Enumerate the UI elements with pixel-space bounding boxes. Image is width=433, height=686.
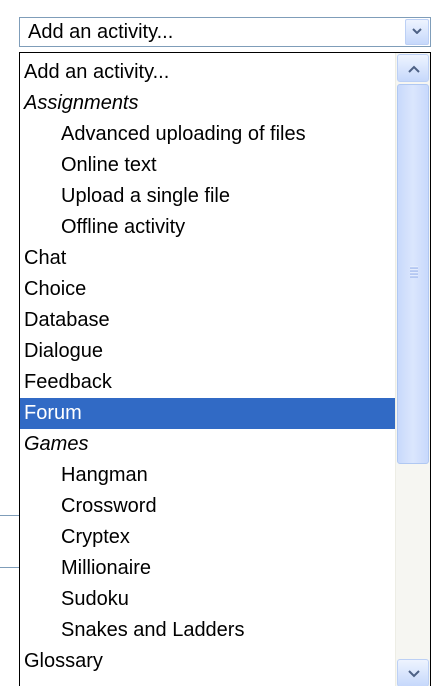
option-database[interactable]: Database	[20, 305, 396, 336]
option-feedback[interactable]: Feedback	[20, 367, 396, 398]
option-offline-activity[interactable]: Offline activity	[20, 212, 396, 243]
scroll-up-arrow-icon	[408, 65, 420, 73]
option-add-an-activity[interactable]: Add an activity...	[20, 57, 396, 88]
option-choice[interactable]: Choice	[20, 274, 396, 305]
add-activity-select[interactable]: Add an activity...	[19, 17, 431, 47]
option-forum[interactable]: Forum	[20, 398, 396, 429]
background-divider	[0, 515, 20, 516]
option-chat[interactable]: Chat	[20, 243, 396, 274]
scrollbar[interactable]	[395, 53, 430, 686]
option-crossword[interactable]: Crossword	[20, 491, 396, 522]
option-sudoku[interactable]: Sudoku	[20, 584, 396, 615]
grip-icon	[410, 266, 418, 278]
page: Add an activity... Add an activity... Ass…	[0, 0, 433, 686]
option-list: Add an activity... Assignments Advanced up…	[20, 57, 396, 677]
option-snakes-and-ladders[interactable]: Snakes and Ladders	[20, 615, 396, 646]
option-cryptex[interactable]: Cryptex	[20, 522, 396, 553]
option-advanced-uploading-of-files[interactable]: Advanced uploading of files	[20, 119, 396, 150]
optgroup-assignments: Assignments	[24, 92, 139, 114]
select-dropdown-button[interactable]	[405, 19, 429, 45]
select-value: Add an activity...	[28, 21, 174, 43]
scrollbar-thumb[interactable]	[397, 84, 429, 464]
scroll-down-button[interactable]	[397, 659, 429, 686]
scroll-up-button[interactable]	[397, 54, 429, 82]
option-hangman[interactable]: Hangman	[20, 460, 396, 491]
chevron-down-icon	[412, 28, 422, 34]
option-upload-a-single-file[interactable]: Upload a single file	[20, 181, 396, 212]
scroll-down-arrow-icon	[408, 670, 420, 678]
option-online-text[interactable]: Online text	[20, 150, 396, 181]
option-millionaire[interactable]: Millionaire	[20, 553, 396, 584]
optgroup-games: Games	[24, 433, 89, 455]
background-divider	[0, 567, 20, 568]
activity-dropdown-list[interactable]: Add an activity... Assignments Advanced up…	[19, 52, 431, 686]
option-glossary[interactable]: Glossary	[20, 646, 396, 677]
option-dialogue[interactable]: Dialogue	[20, 336, 396, 367]
